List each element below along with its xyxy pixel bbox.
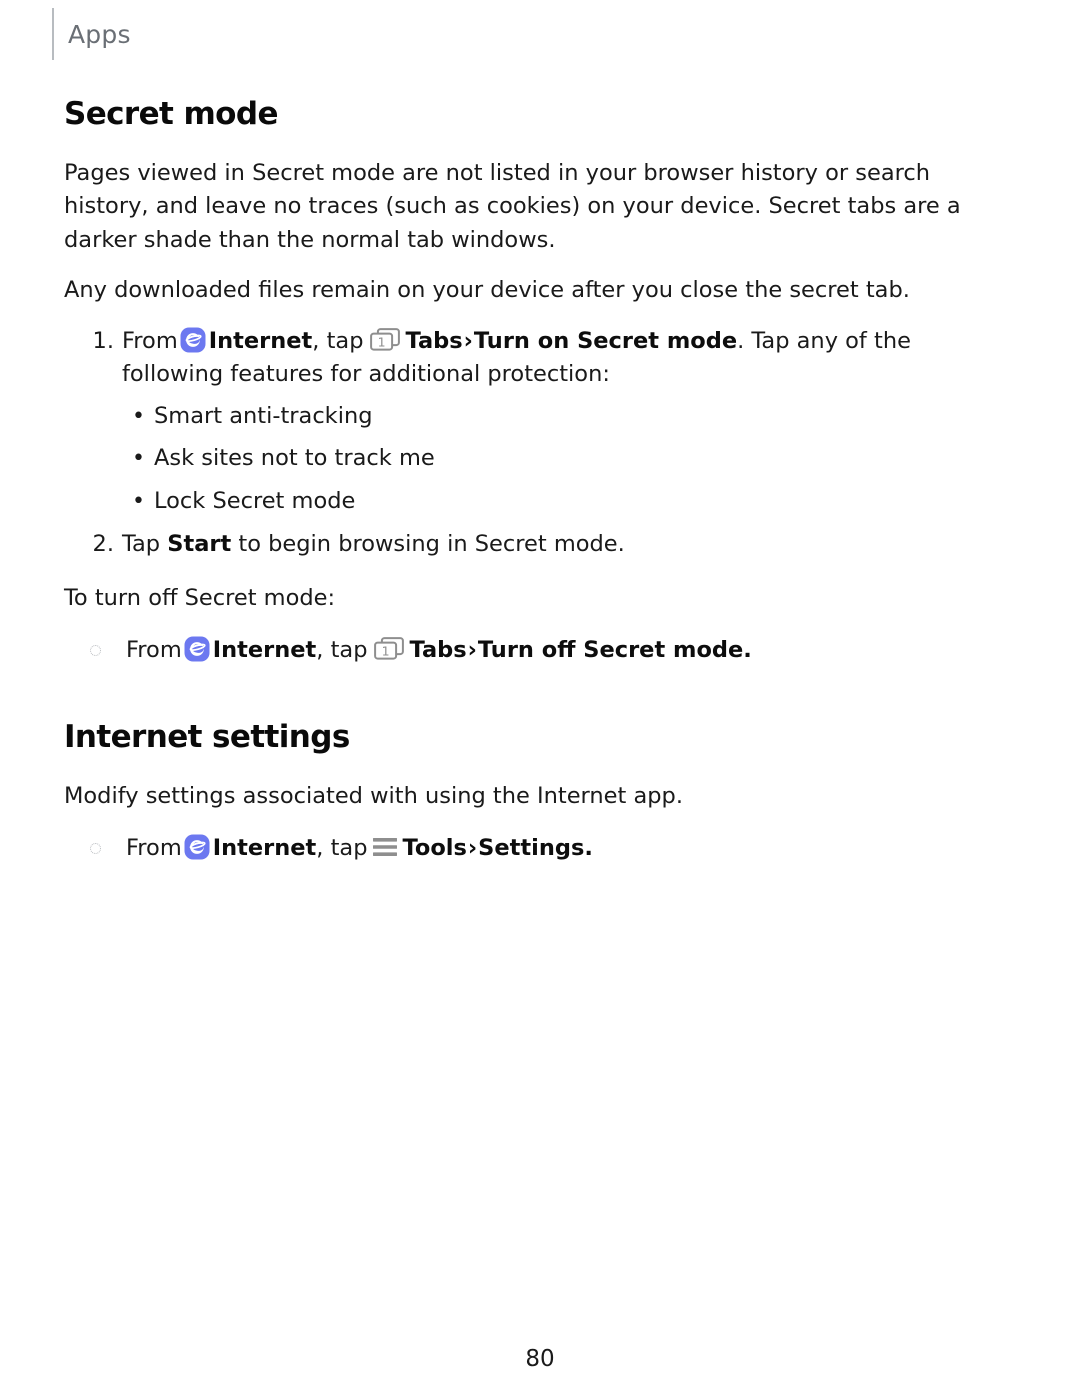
section-heading-internet-settings: Internet settings [64, 719, 350, 756]
step-number-1: 1. [92, 327, 114, 354]
list-item: From Internet, tap Tools›Settings. [64, 831, 1009, 865]
svg-text:1: 1 [381, 643, 389, 658]
internet-app-icon [184, 636, 210, 662]
step-number-2: 2. [92, 531, 114, 558]
settings-settings-label: Settings [478, 835, 585, 862]
chevron-separator-icon: › [467, 637, 477, 664]
settings-tap: , tap [316, 835, 368, 862]
step-2-tail: to begin browsing in Secret mode. [238, 531, 625, 558]
circle-bullet-icon [90, 645, 101, 657]
tools-icon [372, 834, 398, 857]
list-item: Ask sites not to track me [122, 442, 1009, 476]
page-number: 80 [525, 1346, 555, 1372]
settings-internet-label: Internet [212, 835, 317, 862]
running-header-label: Apps [68, 19, 131, 49]
step-2-start-label: Start [167, 531, 232, 558]
step-1-tap: , tap [312, 327, 364, 354]
turn-off-tap: , tap [316, 637, 368, 664]
step-item-1: 1. From Internet, tap 1 Tabs›Turn on Secret … [64, 325, 1009, 519]
internet-app-icon [184, 834, 210, 860]
paragraph-secret-mode-intro: Pages viewed in Secret mode are not list… [64, 159, 961, 253]
turn-off-tabs-label: Tabs [409, 637, 467, 664]
tabs-icon: 1 [368, 327, 402, 353]
settings-from: From [126, 835, 182, 862]
document-page: Apps Secret mode Pages viewed in Secret … [0, 0, 1080, 1397]
running-header: Apps [52, 8, 131, 60]
internet-settings-list: From Internet, tap Tools›Settings. [64, 831, 1009, 865]
step-1-internet-label: Internet [208, 327, 313, 354]
secret-mode-steps: 1. From Internet, tap 1 Tabs›Turn on Secret … [64, 325, 1009, 562]
chevron-separator-icon: › [463, 327, 473, 354]
secret-mode-feature-list: Smart anti-tracking Ask sites not to tra… [122, 400, 1009, 519]
page-content: Secret mode Pages viewed in Secret mode … [64, 96, 1009, 869]
turn-off-action-label: Turn off Secret mode [477, 637, 744, 664]
paragraph-secret-mode-downloads: Any downloaded files remain on your devi… [64, 277, 910, 304]
list-item: Lock Secret mode [122, 485, 1009, 519]
section-heading-secret-mode: Secret mode [64, 96, 278, 132]
list-item: Smart anti-tracking [122, 400, 1009, 434]
turn-off-tail: . [743, 637, 752, 664]
chevron-separator-icon: › [467, 835, 478, 862]
tabs-icon: 1 [372, 636, 406, 662]
turn-off-secret-mode-list: From Internet, tap 1 Tabs›Turn off Secret m… [64, 633, 1009, 667]
paragraph-internet-settings-intro: Modify settings associated with using th… [64, 782, 683, 809]
step-1-tabs-label: Tabs [405, 327, 463, 354]
circle-bullet-icon [90, 843, 101, 855]
step-1-from: From [122, 327, 178, 354]
settings-tail: . [584, 835, 593, 862]
settings-tools-label: Tools [402, 835, 467, 862]
svg-text:1: 1 [377, 334, 385, 349]
turn-off-from: From [126, 637, 182, 664]
step-1-action-label: Turn on Secret mode [473, 327, 738, 354]
step-2-lead: Tap [122, 531, 161, 558]
internet-app-icon [180, 327, 206, 353]
step-item-2: 2. Tap Start to begin browsing in Secret … [64, 528, 1009, 562]
list-item: From Internet, tap 1 Tabs›Turn off Secret m… [64, 633, 1009, 667]
paragraph-turn-off-intro: To turn off Secret mode: [64, 584, 336, 611]
turn-off-internet-label: Internet [212, 637, 317, 664]
